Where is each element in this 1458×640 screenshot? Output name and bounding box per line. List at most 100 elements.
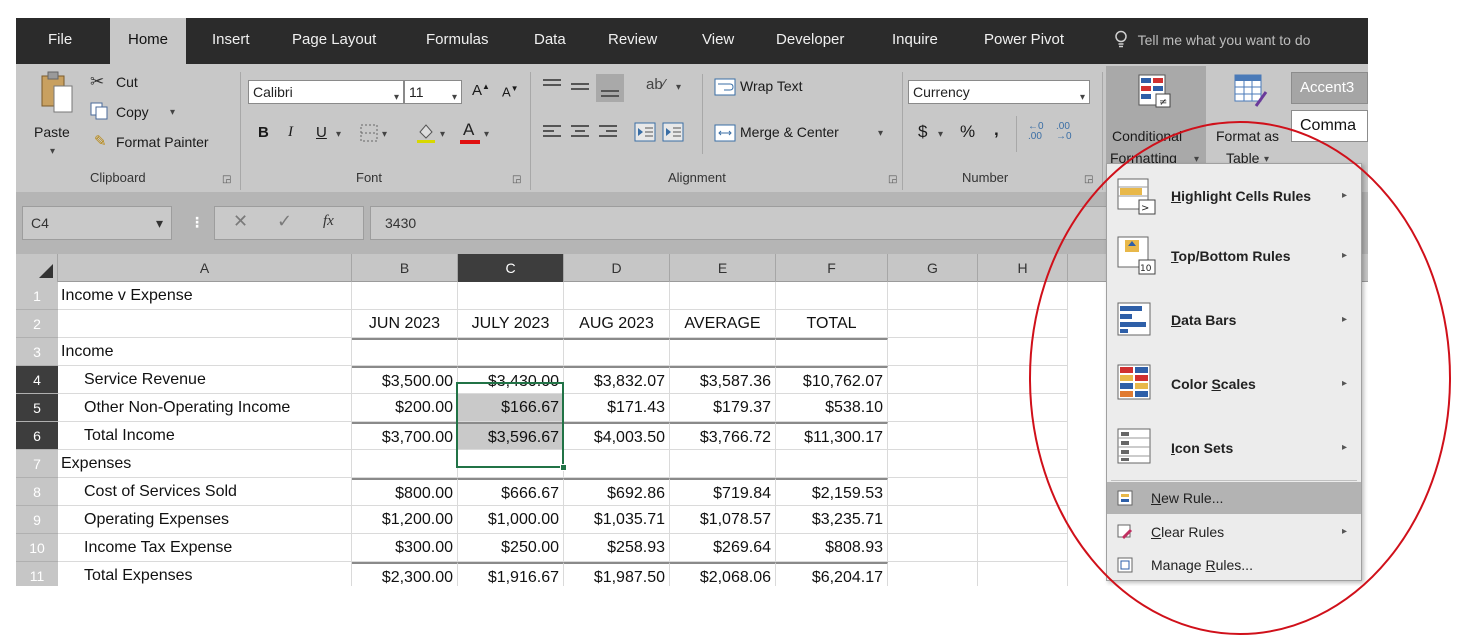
cell-g6[interactable] (888, 422, 978, 450)
cell-d11[interactable]: $1,987.50 (564, 562, 670, 586)
italic-button[interactable]: I (288, 124, 293, 141)
format-painter-button[interactable]: ✎ Format Painter (94, 132, 244, 154)
cell-f5[interactable]: $538.10 (776, 394, 888, 422)
orientation-dropdown-icon[interactable]: ▾ (676, 82, 681, 93)
tab-page-layout[interactable]: Page Layout (292, 18, 376, 64)
cell-b2[interactable]: JUN 2023 (352, 310, 458, 338)
column-header-c[interactable]: C (458, 254, 564, 282)
copy-button[interactable]: Copy ▾ (90, 102, 190, 124)
cell-b5[interactable]: $200.00 (352, 394, 458, 422)
paste-button[interactable]: Paste ▾ (34, 70, 78, 164)
tab-file[interactable]: File (48, 18, 72, 64)
row-header[interactable]: 6 (16, 422, 58, 450)
increase-indent-icon[interactable] (662, 122, 684, 147)
alignment-launcher-icon[interactable]: ◲ (888, 174, 897, 185)
merge-center-button[interactable]: Merge & Center ▾ (714, 122, 894, 146)
fill-color-icon[interactable] (416, 122, 436, 149)
cell-d1[interactable] (564, 282, 670, 310)
cell-c1[interactable] (458, 282, 564, 310)
menu-item-icon-sets[interactable]: Icon Sets ▸ (1107, 418, 1361, 478)
comma-button[interactable]: , (994, 120, 999, 140)
cell-f2[interactable]: TOTAL (776, 310, 888, 338)
decrease-decimal-icon[interactable]: .00 →0 (1056, 122, 1072, 142)
bold-button[interactable]: B (258, 124, 269, 141)
formula-bar-grip-icon[interactable]: ⋮ (190, 214, 204, 231)
column-header-h[interactable]: H (978, 254, 1068, 282)
cell-a10[interactable]: Income Tax Expense (58, 534, 352, 562)
cell-f10[interactable]: $808.93 (776, 534, 888, 562)
cell-g4[interactable] (888, 366, 978, 394)
cell-e1[interactable] (670, 282, 776, 310)
cell-f7[interactable] (776, 450, 888, 478)
align-bottom-icon[interactable] (596, 74, 624, 102)
cell-a9[interactable]: Operating Expenses (58, 506, 352, 534)
cell-g7[interactable] (888, 450, 978, 478)
cell-a2[interactable] (58, 310, 352, 338)
underline-dropdown-icon[interactable]: ▾ (336, 129, 341, 140)
column-header-g[interactable]: G (888, 254, 978, 282)
row-header[interactable]: 7 (16, 450, 58, 478)
currency-button[interactable]: $ (918, 122, 927, 142)
cell-h7[interactable] (978, 450, 1068, 478)
borders-icon[interactable] (360, 124, 378, 147)
cell-h5[interactable] (978, 394, 1068, 422)
tab-data[interactable]: Data (534, 18, 566, 64)
cell-b3[interactable] (352, 338, 458, 366)
cell-h3[interactable] (978, 338, 1068, 366)
column-header-a[interactable]: A (58, 254, 352, 282)
cell-b8[interactable]: $800.00 (352, 478, 458, 506)
menu-item-new-rule[interactable]: New Rule... (1107, 482, 1361, 514)
tab-power-pivot[interactable]: Power Pivot (984, 18, 1064, 64)
cell-f1[interactable] (776, 282, 888, 310)
menu-item-highlight-cells-rules[interactable]: > Highlight Cells Rules ▸ (1107, 168, 1361, 224)
enter-icon[interactable]: ✓ (277, 211, 292, 232)
cell-h1[interactable] (978, 282, 1068, 310)
cell-g9[interactable] (888, 506, 978, 534)
menu-item-color-scales[interactable]: Color Scales ▸ (1107, 354, 1361, 414)
cell-b9[interactable]: $1,200.00 (352, 506, 458, 534)
cell-h2[interactable] (978, 310, 1068, 338)
row-header[interactable]: 3 (16, 338, 58, 366)
cell-e5[interactable]: $179.37 (670, 394, 776, 422)
increase-decimal-icon[interactable]: ←0.00 (1028, 122, 1044, 142)
cell-e3[interactable] (670, 338, 776, 366)
cell-a4[interactable]: Service Revenue (58, 366, 352, 394)
row-header[interactable]: 8 (16, 478, 58, 506)
cell-d3[interactable] (564, 338, 670, 366)
increase-font-icon[interactable]: A▲ (472, 82, 490, 99)
tab-insert[interactable]: Insert (212, 18, 250, 64)
cell-c3[interactable] (458, 338, 564, 366)
column-header-f[interactable]: F (776, 254, 888, 282)
row-header[interactable]: 1 (16, 282, 58, 310)
cell-f9[interactable]: $3,235.71 (776, 506, 888, 534)
cell-h9[interactable] (978, 506, 1068, 534)
cell-h8[interactable] (978, 478, 1068, 506)
cell-d10[interactable]: $258.93 (564, 534, 670, 562)
borders-dropdown-icon[interactable]: ▾ (382, 129, 387, 140)
tell-me-search[interactable]: Tell me what you want to do (1114, 18, 1310, 64)
insert-function-icon[interactable]: fx (323, 213, 334, 230)
cut-button[interactable]: ✂ Cut (90, 72, 160, 94)
number-format-select[interactable]: Currency ▾ (908, 80, 1090, 104)
cell-a6[interactable]: Total Income (58, 422, 352, 450)
tab-home[interactable]: Home (110, 18, 186, 64)
column-header-d[interactable]: D (564, 254, 670, 282)
menu-item-data-bars[interactable]: Data Bars ▸ (1107, 290, 1361, 350)
font-name-select[interactable]: Calibri ▾ (248, 80, 404, 104)
orientation-icon[interactable]: ab⁄ (646, 76, 665, 93)
column-header-e[interactable]: E (670, 254, 776, 282)
tab-view[interactable]: View (702, 18, 734, 64)
cell-d8[interactable]: $692.86 (564, 478, 670, 506)
tab-review[interactable]: Review (608, 18, 657, 64)
align-top-icon[interactable] (542, 78, 562, 97)
row-header[interactable]: 10 (16, 534, 58, 562)
cell-h10[interactable] (978, 534, 1068, 562)
cell-c2[interactable]: JULY 2023 (458, 310, 564, 338)
row-header[interactable]: 5 (16, 394, 58, 422)
clipboard-launcher-icon[interactable]: ◲ (222, 174, 231, 185)
cell-e7[interactable] (670, 450, 776, 478)
cell-f3[interactable] (776, 338, 888, 366)
cell-f6[interactable]: $11,300.17 (776, 422, 888, 450)
cell-e11[interactable]: $2,068.06 (670, 562, 776, 586)
cell-e2[interactable]: AVERAGE (670, 310, 776, 338)
